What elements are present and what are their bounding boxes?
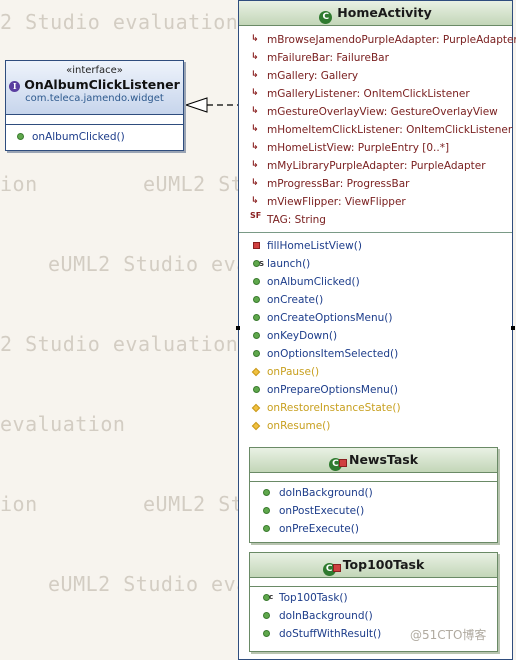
selection-handle[interactable] — [511, 326, 515, 330]
interface-method[interactable]: onAlbumClicked() — [6, 128, 183, 146]
method-row[interactable]: onResume() — [239, 417, 512, 435]
watermark: eUML2 Studio eva — [48, 572, 249, 596]
private-field-icon: ↳ — [251, 178, 259, 188]
interface-icon: I — [9, 81, 21, 92]
private-field-icon: ↳ — [251, 70, 259, 80]
private-field-icon: ↳ — [251, 106, 259, 116]
private-field-icon: ↳ — [251, 124, 259, 134]
top100-task-name: Top100Task — [342, 557, 425, 572]
watermark: eUML2 Studio eva — [48, 252, 249, 276]
method-row[interactable]: doInBackground() — [250, 484, 497, 502]
protected-method-icon — [251, 403, 261, 413]
method-row[interactable]: onPrepareOptionsMenu() — [239, 381, 512, 399]
class-icon: C — [319, 11, 333, 24]
interface-header: «interface» I OnAlbumClickListener com.te… — [6, 61, 183, 115]
field-row[interactable]: ↳ mGalleryListener: OnItemClickListener — [239, 85, 512, 103]
static-method-icon — [253, 255, 264, 273]
watermark: 2 Studio evaluation — [0, 10, 239, 34]
field-row[interactable]: ↳ mBrowseJamendoPurpleAdapter: PurpleAdap… — [239, 31, 516, 49]
protected-method-icon — [251, 367, 261, 377]
method-row[interactable]: onPostExecute() — [250, 502, 497, 520]
private-field-icon: ↳ — [251, 142, 259, 152]
method-row[interactable]: onCreate() — [239, 291, 512, 309]
interface-box[interactable]: «interface» I OnAlbumClickListener com.te… — [5, 60, 184, 151]
inner-class-flag-icon — [332, 564, 341, 572]
public-method-icon — [253, 296, 260, 303]
field-row[interactable]: ↳ mMyLibraryPurpleAdapter: PurpleAdapter — [239, 157, 512, 175]
interface-name: OnAlbumClickListener — [24, 77, 180, 92]
field-row[interactable]: SF TAG: String — [239, 211, 512, 229]
public-method-icon — [253, 278, 260, 285]
top100-task-fields — [250, 578, 497, 587]
method-row[interactable]: onRestoreInstanceState() — [239, 399, 512, 417]
realization-arrow — [184, 97, 239, 113]
home-activity-header: C HomeActivity — [239, 1, 512, 26]
fields-compartment: ↳ mBrowseJamendoPurpleAdapter: PurpleAdap… — [239, 26, 516, 232]
watermark: 2 Studio evaluation — [0, 332, 239, 356]
watermark: ion — [0, 492, 38, 516]
method-row[interactable]: onPause() — [239, 363, 512, 381]
field-row[interactable]: ↳ mHomeItemClickListener: OnItemClickList… — [239, 121, 512, 139]
public-method-icon — [263, 489, 270, 496]
public-method-icon — [263, 525, 270, 532]
private-field-icon: ↳ — [251, 196, 259, 206]
news-task-header: C NewsTask — [250, 448, 497, 473]
field-row[interactable]: ↳ mGestureOverlayView: GestureOverlayView — [239, 103, 512, 121]
private-field-icon: ↳ — [251, 88, 259, 98]
protected-method-icon — [251, 421, 261, 431]
method-row[interactable]: onOptionsItemSelected() — [239, 345, 512, 363]
private-field-icon: ↳ — [251, 52, 259, 62]
public-method-icon — [263, 630, 270, 637]
public-method-icon — [263, 612, 270, 619]
method-row[interactable]: Top100Task() — [250, 588, 497, 607]
public-method-icon — [253, 350, 260, 357]
interface-title: I OnAlbumClickListener — [6, 77, 183, 92]
selection-handle[interactable] — [236, 326, 240, 330]
field-row[interactable]: ↳ mProgressBar: ProgressBar — [239, 175, 512, 193]
method-row[interactable]: onAlbumClicked() — [239, 273, 512, 291]
field-row[interactable]: ↳ mFailureBar: FailureBar — [239, 49, 512, 67]
public-method-icon — [263, 507, 270, 514]
field-row[interactable]: ↳ mGallery: Gallery — [239, 67, 512, 85]
public-method-icon — [253, 332, 260, 339]
top100-task-header: C Top100Task — [250, 553, 497, 578]
home-activity-name: HomeActivity — [337, 5, 432, 20]
method-row[interactable]: onCreateOptionsMenu() — [239, 309, 512, 327]
news-task-methods: doInBackground() onPostExecute() onPreExec… — [250, 482, 497, 538]
news-task-fields — [250, 473, 497, 482]
inner-class-flag-icon — [338, 459, 347, 467]
watermark: eUML2 St — [143, 492, 244, 516]
footer-watermark: @51CTO博客 — [410, 628, 487, 642]
private-field-icon: ↳ — [251, 34, 259, 44]
interface-package: com.teleca.jamendo.widget — [25, 93, 164, 104]
public-method-icon — [253, 386, 260, 393]
watermark: ion — [0, 172, 38, 196]
watermark: eUML2 St — [143, 172, 244, 196]
method-row[interactable]: launch() — [239, 255, 512, 273]
constructor-icon — [263, 588, 273, 606]
private-field-icon: ↳ — [251, 160, 259, 170]
method-row[interactable]: onPreExecute() — [250, 520, 497, 538]
methods-compartment: fillHomeListView()launch()onAlbumClicked… — [239, 232, 512, 435]
field-row[interactable]: ↳ mViewFlipper: ViewFlipper — [239, 193, 512, 211]
public-method-icon — [17, 133, 24, 140]
private-method-icon — [253, 242, 260, 249]
public-method-icon — [253, 314, 260, 321]
method-row[interactable]: onKeyDown() — [239, 327, 512, 345]
method-row[interactable]: fillHomeListView() — [239, 237, 512, 255]
static-final-field-icon: SF — [250, 211, 262, 220]
home-activity-box[interactable]: C HomeActivity ↳ mBrowseJamendoPurpleAdapt… — [238, 0, 516, 660]
interface-stereotype: «interface» — [66, 65, 123, 76]
news-task-name: NewsTask — [348, 452, 419, 467]
news-task-box[interactable]: C NewsTask doInBackground() onPostExecute(… — [249, 447, 498, 543]
field-row[interactable]: ↳ mHomeListView: PurpleEntry [0..*] — [239, 139, 512, 157]
method-row[interactable]: doInBackground() — [250, 607, 497, 625]
watermark: evaluation — [0, 412, 126, 436]
interface-fields-compartment — [6, 115, 183, 125]
